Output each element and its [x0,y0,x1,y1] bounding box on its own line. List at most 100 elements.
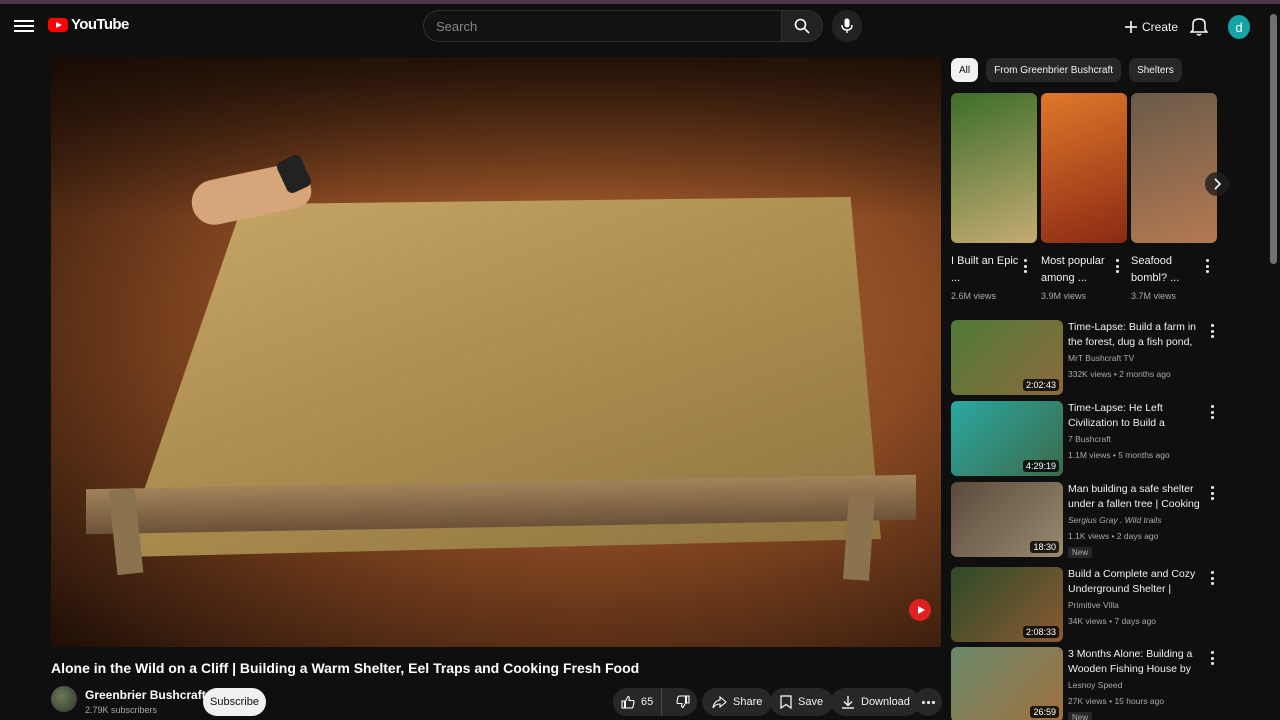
video-duration: 2:08:33 [1022,626,1059,638]
recommendation-channel[interactable]: 7 Bushcraft [1068,434,1111,444]
recommendation-item[interactable]: 26:59 3 Months Alone: Building a Wooden … [951,647,1221,720]
like-dislike-group: 65 [613,688,697,716]
recommendation-thumbnail[interactable]: 26:59 [951,647,1063,720]
new-badge: New [1068,547,1093,558]
more-options-icon[interactable] [1024,259,1028,273]
download-label: Download [861,696,910,708]
chip-from-channel[interactable]: From Greenbrier Bushcraft [986,58,1122,82]
download-button[interactable]: Download [831,688,920,716]
recommendation-title[interactable]: Time-Lapse: Build a farm in the forest, … [1068,320,1205,350]
recommendation-item[interactable]: 18:30 Man building a safe shelter under … [951,482,1221,560]
share-label: Share [733,696,763,708]
more-options-icon[interactable] [1211,486,1215,500]
like-button[interactable]: 65 [613,688,663,716]
recommendation-meta: 27K views • 15 hours ago [1068,696,1165,706]
search-input[interactable] [423,10,781,42]
recommendation-title[interactable]: Build a Complete and Cozy Underground Sh… [1068,567,1205,597]
more-options-icon[interactable] [1211,405,1215,419]
more-options-icon[interactable] [1116,259,1120,273]
filter-chips: All From Greenbrier Bushcraft Shelters [951,58,1182,82]
video-frame-stake [843,494,875,581]
dot [921,700,925,704]
shelf-thumbnail[interactable] [951,93,1037,243]
recommendation-thumbnail[interactable]: 2:02:43 [951,320,1063,395]
voice-search-button[interactable] [832,10,862,42]
video-duration: 2:02:43 [1022,379,1059,391]
search-icon [794,18,810,34]
recommendation-meta: 1.1M views • 5 months ago [1068,450,1170,460]
recommendation-item[interactable]: 2:02:43 Time-Lapse: Build a farm in the … [951,320,1221,398]
notifications-button[interactable] [1189,16,1210,38]
channel-watermark-icon[interactable] [909,599,931,621]
recommendation-channel[interactable]: Primitive Villa [1068,600,1119,610]
like-count: 65 [641,696,654,708]
shelf-thumbnail[interactable] [1131,93,1217,243]
search-bar [423,10,823,42]
thumbs-up-icon [621,695,635,709]
recommendation-channel[interactable]: Sergius Gray . Wild trails [1068,515,1161,525]
plus-icon [1125,21,1137,33]
masthead: YouTube Create d [0,4,1280,50]
recommendation-channel[interactable]: MrT Bushcraft TV [1068,353,1134,363]
video-duration: 18:30 [1030,541,1059,553]
more-actions-button[interactable] [914,688,942,716]
dislike-button[interactable] [668,688,698,716]
subscribe-button[interactable]: Subscribe [203,688,266,716]
shelf-views: 3.7M views [1131,291,1177,301]
search-button[interactable] [781,10,823,42]
menu-icon[interactable] [14,17,34,37]
page-scrollbar[interactable] [1270,14,1277,264]
share-button[interactable]: Share [702,688,773,716]
shelf-title[interactable]: Seafood bombl? ... [1131,253,1201,287]
youtube-logo[interactable]: YouTube [48,16,129,33]
recommendation-thumbnail[interactable]: 18:30 [951,482,1063,557]
bookmark-icon [780,695,792,709]
shelf-next-button[interactable] [1205,172,1229,196]
shelf-title[interactable]: I Built an Epic ... [951,253,1021,287]
video-duration: 4:29:19 [1022,460,1059,472]
recommendation-item[interactable]: 4:29:19 Time-Lapse: He Left Civilization… [951,401,1221,479]
recommendation-meta: 332K views • 2 months ago [1068,369,1171,379]
channel-name[interactable]: Greenbrier Bushcraft [85,688,206,702]
recommendation-meta: 1.1K views • 2 days ago [1068,531,1159,541]
recommendation-channel[interactable]: Lesnoy Speed [1068,680,1122,690]
recommendation-title[interactable]: Time-Lapse: He Left Civilization to Buil… [1068,401,1205,431]
recommendation-thumbnail[interactable]: 4:29:19 [951,401,1063,476]
chip-shelters[interactable]: Shelters [1129,58,1182,82]
chip-all[interactable]: All [951,58,979,82]
shelf-thumbnail[interactable] [1041,93,1127,243]
download-icon [842,696,854,709]
shelf-views: 2.6M views [951,291,997,301]
create-button[interactable]: Create [1118,13,1184,41]
dot [926,700,930,704]
channel-avatar[interactable] [51,686,77,712]
dot [931,700,935,704]
video-player[interactable] [51,57,941,647]
thumbs-down-icon [676,695,690,709]
shelf-card[interactable]: Seafood bombl? ... 3.7M views [1131,93,1217,301]
more-options-icon[interactable] [1206,259,1210,273]
recommendation-item[interactable]: 2:08:33 Build a Complete and Cozy Underg… [951,567,1221,645]
shelf-card[interactable]: Most popular among ... 3.9M views [1041,93,1127,301]
video-frame-shadow [51,57,941,217]
recommendation-thumbnail[interactable]: 2:08:33 [951,567,1063,642]
recommendation-title[interactable]: 3 Months Alone: Building a Wooden Fishin… [1068,647,1205,677]
video-duration: 26:59 [1030,706,1059,718]
video-title: Alone in the Wild on a Cliff | Building … [51,660,640,676]
new-badge: New [1068,712,1093,720]
subscriber-count: 2.79K subscribers [85,705,158,715]
recommendation-title[interactable]: Man building a safe shelter under a fall… [1068,482,1205,512]
more-options-icon[interactable] [1211,651,1215,665]
more-options-icon[interactable] [1211,571,1215,585]
shelf-views: 3.9M views [1041,291,1087,301]
save-button[interactable]: Save [770,688,834,716]
shelf-title[interactable]: Most popular among ... [1041,253,1111,287]
more-options-icon[interactable] [1211,324,1215,338]
create-label: Create [1142,20,1179,34]
shelf-card[interactable]: I Built an Epic ... 2.6M views [951,93,1037,301]
shorts-shelf: I Built an Epic ... 2.6M views Most popu… [951,93,1221,308]
account-avatar[interactable]: d [1228,15,1250,39]
youtube-play-icon [48,17,68,32]
recommendation-meta: 34K views • 7 days ago [1068,616,1157,626]
microphone-icon [841,18,853,33]
